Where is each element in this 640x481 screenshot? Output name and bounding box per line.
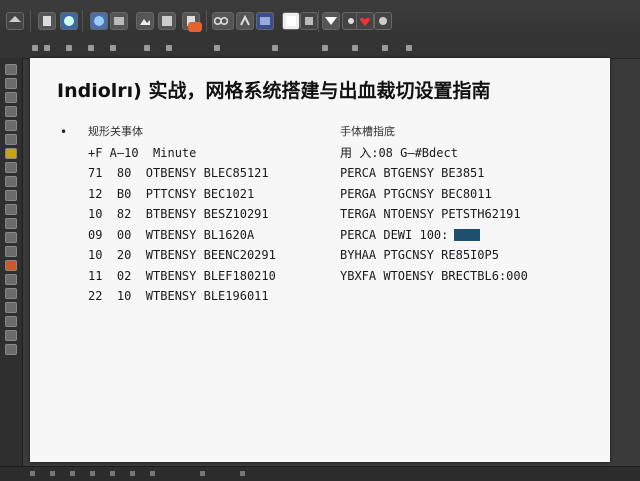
toolbar-divider bbox=[82, 10, 83, 32]
link-icon[interactable] bbox=[212, 12, 234, 30]
table-row: 11 02 WTBENSY BLEF180210 bbox=[88, 268, 276, 283]
right-column-subheader: 用 入:08 G—#Bdect bbox=[340, 145, 458, 160]
left-column-subheader: +F A—10 Minute bbox=[88, 145, 197, 160]
tool-icon[interactable] bbox=[5, 120, 17, 131]
tool-icon[interactable] bbox=[5, 218, 17, 229]
tool-icon[interactable] bbox=[5, 246, 17, 257]
table-row: 10 82 BTBENSY BESZ10291 bbox=[88, 207, 269, 221]
status-marker bbox=[200, 471, 205, 476]
highlight-swatch bbox=[454, 228, 481, 241]
tool-icon[interactable] bbox=[5, 204, 17, 215]
settings-icon[interactable] bbox=[90, 12, 108, 30]
right-column: 手体槽指底 用 入:08 G—#Bdect PERCA BTGENSY BE38… bbox=[340, 122, 528, 286]
toolbar-divider bbox=[30, 10, 31, 32]
file-icon[interactable] bbox=[38, 12, 56, 30]
toolbar-divider bbox=[206, 10, 207, 32]
table-row: PERCA BTGENSY BE3851 bbox=[340, 166, 485, 180]
right-column-header: 手体槽指底 bbox=[340, 125, 395, 138]
strip-marker bbox=[214, 45, 220, 51]
table-row: PERCA DEWI 100: bbox=[340, 225, 528, 246]
strip-marker bbox=[382, 45, 388, 51]
tool-icon[interactable] bbox=[5, 134, 17, 145]
strip-marker bbox=[406, 45, 412, 51]
status-marker bbox=[50, 471, 55, 476]
tool-icon[interactable] bbox=[5, 162, 17, 173]
bullet-marker: • bbox=[60, 125, 68, 139]
tool-icon[interactable] bbox=[5, 344, 17, 355]
table-row: 22 10 WTBENSY BLE196011 bbox=[88, 289, 269, 303]
table-row: BYHAA PTGCNSY RE85I0P5 bbox=[340, 248, 499, 262]
strip-marker bbox=[32, 45, 38, 51]
table-row: 09 00 WTBENSY BL1620A bbox=[88, 227, 255, 242]
tool-icon[interactable] bbox=[5, 92, 17, 103]
status-marker bbox=[150, 471, 155, 476]
funnel-icon[interactable] bbox=[322, 12, 340, 30]
status-marker bbox=[30, 471, 35, 476]
settings-icon[interactable] bbox=[374, 12, 392, 30]
document-page[interactable]: Indiolrı) 实战，网格系统搭建与出血裁切设置指南 • 规形关事体 +F … bbox=[30, 58, 610, 462]
status-marker bbox=[70, 471, 75, 476]
status-marker bbox=[130, 471, 135, 476]
home-icon[interactable] bbox=[6, 12, 24, 30]
strip-marker bbox=[352, 45, 358, 51]
table-row: YBXFA WTOENSY BRECTBL6:000 bbox=[340, 268, 528, 283]
gear-icon[interactable] bbox=[110, 12, 128, 30]
status-bar bbox=[0, 466, 640, 481]
strip-marker bbox=[110, 45, 116, 51]
strip-marker bbox=[166, 45, 172, 51]
tool-icon[interactable] bbox=[5, 274, 17, 285]
left-column-header: 规形关事体 bbox=[88, 125, 143, 138]
tool-icon[interactable] bbox=[5, 288, 17, 299]
main-toolbar bbox=[0, 0, 640, 39]
table-row: PERGA PTGCNSY BEC8011 bbox=[340, 186, 492, 201]
tool-icon[interactable] bbox=[5, 106, 17, 117]
wand-icon[interactable] bbox=[282, 12, 300, 30]
tools-sidebar bbox=[0, 58, 23, 466]
tool-icon[interactable] bbox=[5, 302, 17, 313]
image-icon[interactable] bbox=[136, 12, 154, 30]
strip-marker bbox=[66, 45, 72, 51]
tool-icon[interactable] bbox=[5, 148, 17, 159]
strip-marker bbox=[44, 45, 50, 51]
toolbar-divider bbox=[318, 10, 319, 32]
sub-toolbar bbox=[0, 38, 640, 59]
heart-icon[interactable] bbox=[356, 12, 374, 30]
tool-icon[interactable] bbox=[5, 64, 17, 75]
page-title: Indiolrı) 实战，网格系统搭建与出血裁切设置指南 bbox=[57, 80, 491, 102]
tool-icon[interactable] bbox=[5, 78, 17, 89]
status-marker bbox=[240, 471, 245, 476]
tool-icon[interactable] bbox=[5, 316, 17, 327]
status-marker bbox=[110, 471, 115, 476]
strip-marker bbox=[88, 45, 94, 51]
table-row: 12 B0 PTTCNSY BEC1021 bbox=[88, 186, 255, 201]
tool-icon[interactable] bbox=[5, 330, 17, 341]
tool-icon[interactable] bbox=[5, 176, 17, 187]
share-icon[interactable] bbox=[236, 12, 254, 30]
strip-marker bbox=[144, 45, 150, 51]
table-row-text: PERCA DEWI 100: bbox=[340, 227, 449, 242]
select-icon[interactable] bbox=[256, 12, 274, 30]
left-column: 规形关事体 +F A—10 Minute 71 80 OTBENSY BLEC8… bbox=[88, 122, 276, 307]
table-row: 10 20 WTBENSY BEENC20291 bbox=[88, 248, 276, 262]
strip-marker bbox=[322, 45, 328, 51]
tool-icon[interactable] bbox=[5, 260, 17, 271]
shape-icon[interactable] bbox=[300, 12, 318, 30]
image-icon[interactable] bbox=[188, 22, 202, 32]
tool-icon[interactable] bbox=[5, 232, 17, 243]
tool-icon[interactable] bbox=[5, 190, 17, 201]
text-icon[interactable] bbox=[158, 12, 176, 30]
table-row: TERGA NTOENSY PETSTH62191 bbox=[340, 207, 521, 221]
strip-marker bbox=[272, 45, 278, 51]
status-marker bbox=[90, 471, 95, 476]
table-row: 71 80 OTBENSY BLEC85121 bbox=[88, 166, 269, 180]
folder-icon[interactable] bbox=[60, 12, 78, 30]
